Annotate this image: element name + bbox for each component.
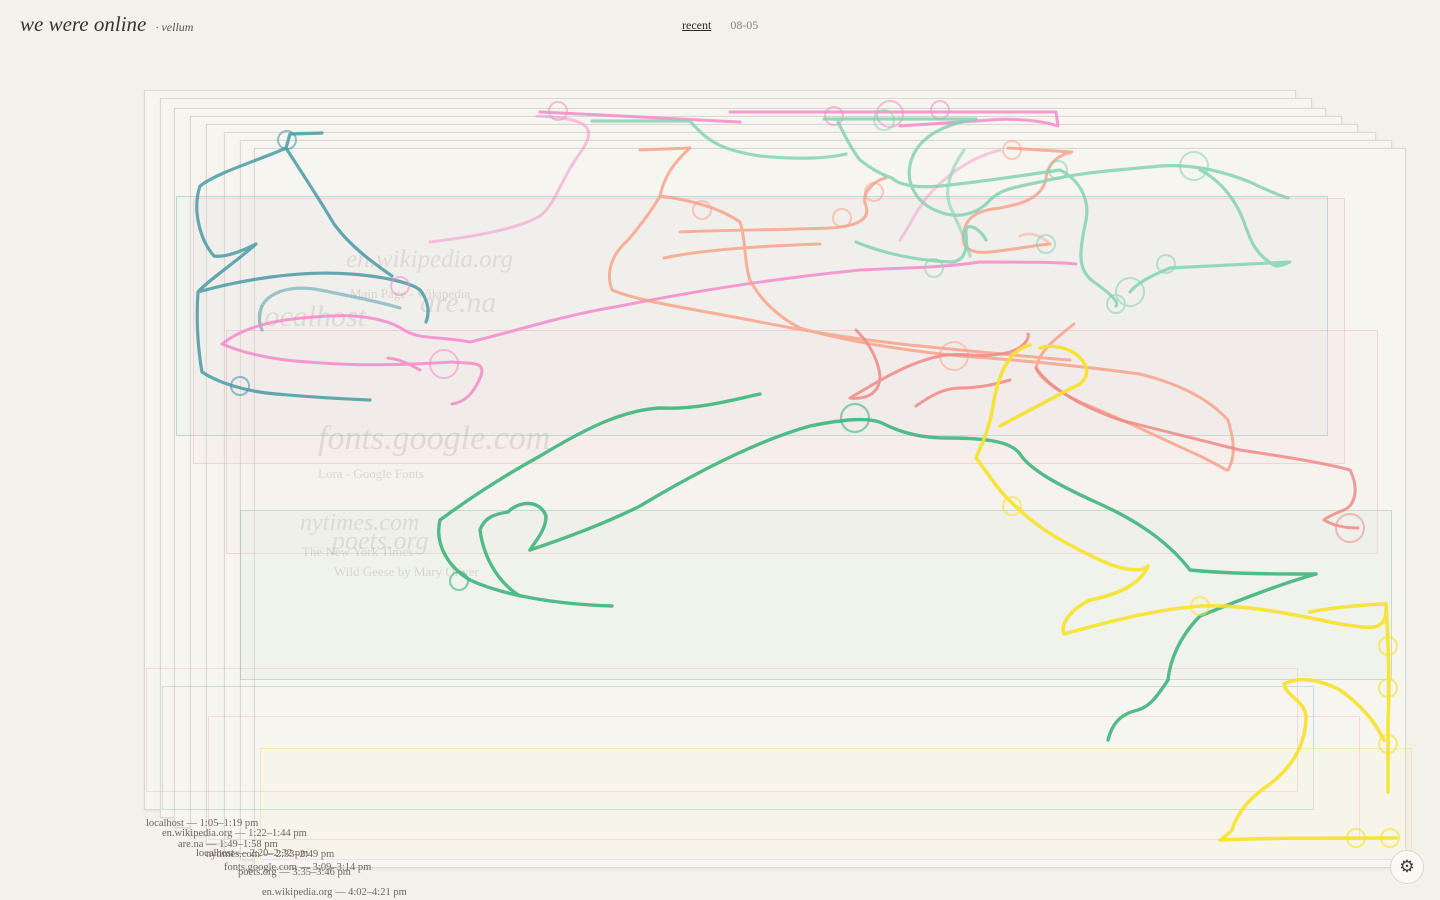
session-label[interactable]: en.wikipedia.org — 4:02–4:21 pm <box>262 887 407 898</box>
trail-yellow <box>974 343 1398 842</box>
session-label[interactable]: poets.org — 3:35–3:46 pm <box>238 867 351 878</box>
trail-green-marks <box>448 402 871 592</box>
session-label[interactable]: en.wikipedia.org — 1:22–1:44 pm <box>162 828 307 839</box>
trail-red <box>848 328 1360 530</box>
trail-salmon-marks <box>692 140 1022 371</box>
trail-green <box>437 392 1318 742</box>
trail-salmon <box>607 146 1235 472</box>
cursor-trails <box>195 100 1400 848</box>
trail-pink-marks <box>390 100 950 379</box>
trail-pink <box>220 110 1078 406</box>
trail-mint <box>590 117 1292 308</box>
trail-yellow-marks <box>1002 496 1400 848</box>
settings-button[interactable]: ⚙ <box>1390 850 1424 884</box>
session-label[interactable]: nytimes.com — 2:33–2:49 pm <box>206 849 334 860</box>
gear-icon: ⚙ <box>1399 857 1415 877</box>
